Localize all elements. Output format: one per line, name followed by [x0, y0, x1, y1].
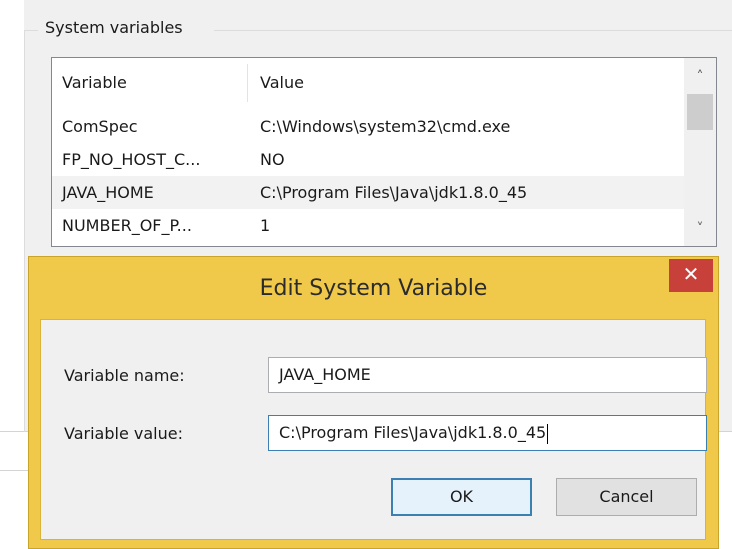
cancel-button[interactable]: Cancel: [556, 478, 697, 516]
groupbox-border: [214, 30, 732, 31]
variable-value-input[interactable]: C:\Program Files\Java\jdk1.8.0_45: [268, 415, 707, 451]
list-row[interactable]: NUMBER_OF_P... 1: [52, 209, 684, 242]
list-row-selected[interactable]: JAVA_HOME C:\Program Files\Java\jdk1.8.0…: [52, 176, 684, 209]
text-caret: [547, 423, 549, 444]
variable-value-label: Variable value:: [64, 424, 183, 443]
variable-value-cell: NO: [260, 150, 285, 169]
list-row[interactable]: FP_NO_HOST_C... NO: [52, 143, 684, 176]
variable-name-value: JAVA_HOME: [279, 365, 371, 384]
variable-value-cell: 1: [260, 216, 271, 235]
variable-name-cell: JAVA_HOME: [62, 183, 154, 202]
variable-name-label: Variable name:: [64, 366, 185, 385]
column-header-variable[interactable]: Variable: [62, 58, 127, 108]
groupbox-border: [24, 30, 38, 31]
column-separator[interactable]: [247, 64, 248, 102]
system-variables-group-title: System variables: [42, 17, 186, 39]
scroll-down-icon[interactable]: ˅: [684, 214, 716, 244]
ok-button[interactable]: OK: [391, 478, 532, 516]
column-header-value[interactable]: Value: [260, 58, 304, 108]
variable-name-input[interactable]: JAVA_HOME: [268, 357, 707, 393]
variable-name-cell: FP_NO_HOST_C...: [62, 150, 201, 169]
scroll-up-icon[interactable]: ˄: [684, 62, 716, 92]
list-row[interactable]: ComSpec C:\Windows\system32\cmd.exe: [52, 110, 684, 143]
variable-name-cell: ComSpec: [62, 117, 138, 136]
scrollbar-thumb[interactable]: [687, 94, 713, 130]
variable-value-text: C:\Program Files\Java\jdk1.8.0_45: [279, 423, 547, 442]
list-header: Variable Value: [52, 58, 684, 108]
variable-name-cell: NUMBER_OF_P...: [62, 216, 192, 235]
variable-value-cell: C:\Program Files\Java\jdk1.8.0_45: [260, 183, 528, 202]
variable-value-cell: C:\Windows\system32\cmd.exe: [260, 117, 511, 136]
system-variables-list[interactable]: Variable Value ComSpec C:\Windows\system…: [51, 57, 717, 247]
close-icon: ✕: [682, 262, 700, 286]
dialog-content: Variable name: JAVA_HOME Variable value:…: [40, 319, 707, 540]
dialog-title: Edit System Variable: [259, 276, 488, 301]
vertical-scrollbar[interactable]: ˄ ˅: [684, 58, 716, 246]
groupbox-border: [24, 30, 25, 432]
edit-system-variable-dialog: Edit System Variable ✕ Variable name: JA…: [28, 256, 719, 549]
close-button[interactable]: ✕: [669, 259, 713, 292]
